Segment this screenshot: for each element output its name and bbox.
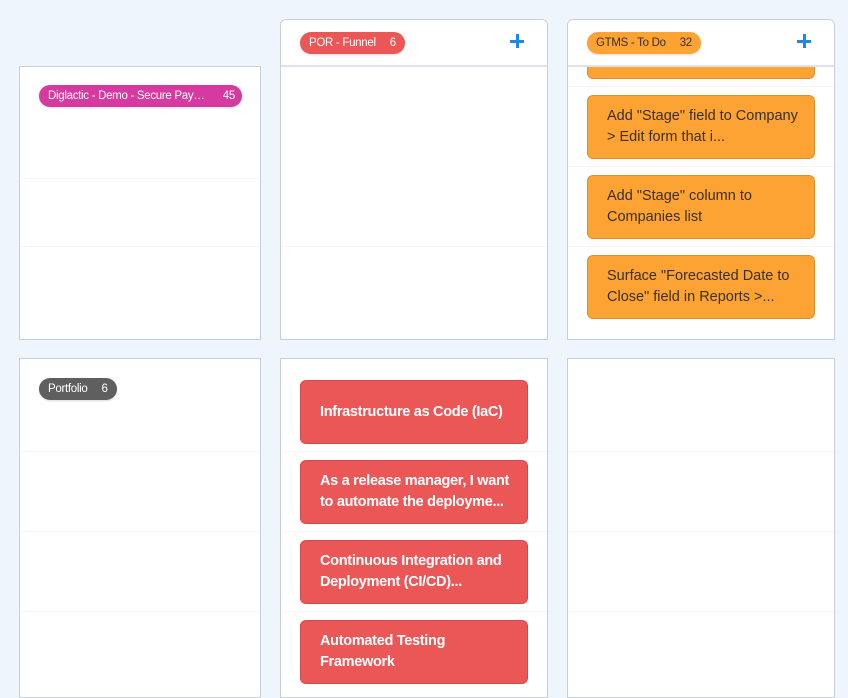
row-divider [20, 611, 260, 612]
row-divider [568, 246, 834, 247]
task-card-title: Infrastructure as Code (IaC) [320, 403, 503, 420]
task-card-title: Surface "Forecasted Date to Close" field… [607, 268, 790, 305]
row-divider [568, 166, 834, 167]
row-divider [281, 246, 547, 247]
swimlane-badge-label: Diglactic - Demo - Secure Payme... [48, 90, 209, 102]
row-divider [568, 451, 834, 452]
task-card-title: Automated Testing Framework [320, 633, 446, 670]
swimlane-badge-count: 6 [101, 383, 108, 395]
task-card-title: Continuous Integration and Deployment (C… [320, 553, 502, 590]
column-por-funnel: POR - Funnel 6 [280, 19, 548, 340]
row-divider [20, 451, 260, 452]
row-divider [281, 611, 547, 612]
row-divider [281, 531, 547, 532]
task-card[interactable]: Automated Testing Framework [300, 620, 528, 684]
column-header: POR - Funnel 6 [281, 20, 547, 67]
swimlane-badge[interactable]: Diglactic - Demo - Secure Payme... 45 [39, 85, 242, 107]
swimlane-badge-count: 45 [222, 90, 236, 102]
row-divider [20, 178, 260, 179]
task-card[interactable]: Add "Stage" field to Company > Edit form… [587, 95, 815, 159]
swimlane-badge-label: Portfolio [48, 383, 88, 395]
column-badge[interactable]: POR - Funnel 6 [300, 32, 405, 54]
row-divider [20, 246, 260, 247]
cell-por-funnel: Infrastructure as Code (IaC) As a releas… [280, 358, 548, 698]
row-divider [568, 86, 834, 87]
task-card[interactable]: Surface "Forecasted Date to Close" field… [587, 255, 815, 319]
row-divider [20, 531, 260, 532]
task-card-title: Add "Stage" column to Companies list [607, 188, 752, 225]
task-card[interactable]: Continuous Integration and Deployment (C… [300, 540, 528, 604]
task-card[interactable]: As a release manager, I want to automate… [300, 460, 528, 524]
column-badge-label: GTMS - To Do [596, 37, 666, 49]
row-divider [281, 451, 547, 452]
column-badge-count: 6 [389, 37, 396, 49]
cell-gtms-todo [567, 358, 835, 698]
column-header: GTMS - To Do 32 [568, 20, 834, 67]
row-divider [568, 531, 834, 532]
swimlane-badge[interactable]: Portfolio 6 [39, 378, 117, 400]
row-divider [568, 611, 834, 612]
add-card-icon[interactable] [794, 31, 814, 51]
column-badge[interactable]: GTMS - To Do 32 [587, 32, 701, 54]
swimlane-header-cell: Portfolio 6 [19, 358, 261, 698]
column-gtms-todo: GTMS - To Do 32 Add "Stage" field to Com… [567, 19, 835, 340]
swimlane-header-cell: Diglactic - Demo - Secure Payme... 45 [19, 66, 261, 340]
column-badge-count: 32 [679, 37, 693, 49]
add-card-icon[interactable] [507, 31, 527, 51]
task-card-title: Add "Stage" field to Company > Edit form… [607, 108, 798, 145]
task-card[interactable]: Infrastructure as Code (IaC) [300, 380, 528, 444]
task-card[interactable]: Add "Stage" column to Companies list [587, 175, 815, 239]
task-card-title: As a release manager, I want to automate… [320, 473, 510, 510]
column-badge-label: POR - Funnel [309, 37, 376, 49]
